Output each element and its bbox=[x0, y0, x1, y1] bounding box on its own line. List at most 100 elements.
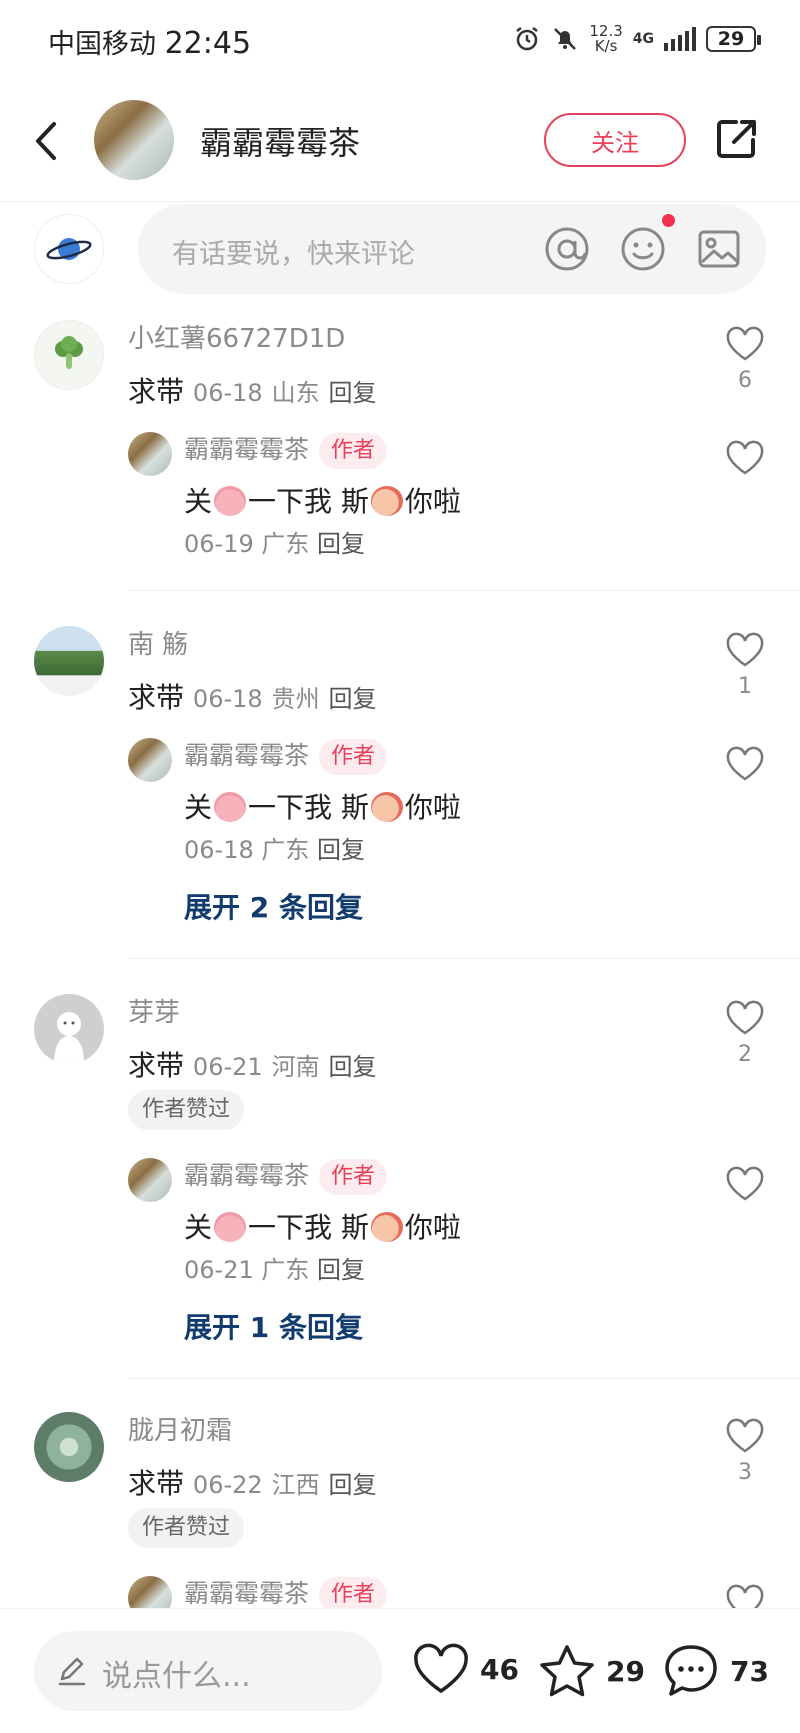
like-count: 1 bbox=[738, 674, 752, 699]
clock: 22:45 bbox=[164, 26, 252, 61]
commenter-name[interactable]: 南 觞 bbox=[128, 624, 188, 661]
peach-emoji-icon bbox=[370, 792, 403, 822]
reply-meta: 06-18 广东 回复 bbox=[184, 830, 365, 865]
reply-text-part: 一下我 斯 bbox=[248, 485, 369, 518]
comment-text: 求带 bbox=[128, 1467, 185, 1500]
alarm-icon bbox=[516, 27, 539, 51]
back-button[interactable] bbox=[28, 116, 68, 166]
heart-icon bbox=[726, 326, 764, 361]
comment-like[interactable]: 1 bbox=[720, 632, 770, 699]
reply-author-name[interactable]: 霸霸霉霉茶 bbox=[184, 1579, 309, 1608]
share-button[interactable] bbox=[714, 116, 760, 162]
reply-text-part: 关 bbox=[184, 1211, 213, 1244]
author-name[interactable]: 霸霸霉霉茶 bbox=[200, 118, 360, 164]
mute-bell-icon bbox=[554, 28, 577, 50]
reply-avatar[interactable] bbox=[128, 432, 172, 476]
commenter-avatar[interactable] bbox=[34, 1412, 104, 1482]
battery-indicator: 29 bbox=[706, 26, 761, 52]
heart-icon bbox=[726, 1000, 764, 1035]
note-header: 霸霸霉霉茶 关注 bbox=[0, 80, 800, 202]
like-count: 2 bbox=[738, 1042, 752, 1067]
comment-date: 06-18 bbox=[192, 685, 263, 713]
reply-date: 06-18 bbox=[184, 836, 254, 864]
commenter-avatar[interactable] bbox=[34, 626, 104, 696]
comment-location: 江西 bbox=[271, 1471, 320, 1499]
author-liked-badge: 作者赞过 bbox=[128, 1508, 245, 1548]
pencil-icon bbox=[58, 1657, 86, 1686]
reply-link[interactable]: 回复 bbox=[317, 1256, 365, 1284]
commenter-name[interactable]: 胧月初霜 bbox=[128, 1410, 232, 1447]
reply-location: 广东 bbox=[261, 530, 310, 558]
reply-author-name[interactable]: 霸霸霉霉茶 bbox=[184, 741, 309, 770]
reply-meta: 06-19 广东 回复 bbox=[184, 524, 365, 559]
image-icon[interactable] bbox=[694, 224, 744, 274]
author-avatar[interactable] bbox=[94, 100, 174, 180]
comment-body: 求带 06-18 贵州 回复 bbox=[128, 676, 376, 716]
reply-avatar[interactable] bbox=[128, 1158, 172, 1202]
bottom-action-bar: 说点什么... 46 29 73 bbox=[0, 1608, 800, 1733]
reply-link[interactable]: 回复 bbox=[317, 836, 365, 864]
bottom-comment-input[interactable]: 说点什么... bbox=[34, 1631, 382, 1711]
reply-text-part: 你啦 bbox=[404, 485, 461, 518]
commenter-avatar[interactable] bbox=[34, 994, 104, 1064]
status-carrier-time: 中国移动 22:45 bbox=[48, 22, 251, 61]
emoji-icon[interactable] bbox=[618, 224, 668, 274]
heart-icon bbox=[726, 746, 764, 781]
comment-input-placeholder: 有话要说，快来评论 bbox=[172, 239, 415, 270]
comment-input[interactable]: 有话要说，快来评论 bbox=[138, 204, 766, 294]
reply-text: 关 一下我 斯 你啦 bbox=[184, 786, 461, 826]
comment-like[interactable]: 6 bbox=[720, 326, 770, 393]
reply-author-name[interactable]: 霸霸霉霉茶 bbox=[184, 435, 309, 464]
reply-meta: 06-21 广东 回复 bbox=[184, 1250, 365, 1285]
reply-link[interactable]: 回复 bbox=[328, 379, 376, 407]
like-count: 3 bbox=[738, 1460, 752, 1485]
reply-like[interactable] bbox=[720, 440, 770, 476]
broccoli-icon bbox=[55, 336, 83, 369]
comment-location: 山东 bbox=[271, 379, 320, 407]
note-favorite-count: 29 bbox=[606, 1654, 645, 1688]
heart-icon bbox=[726, 1166, 764, 1201]
comment-text: 求带 bbox=[128, 681, 185, 714]
heart-icon bbox=[414, 1643, 468, 1694]
reply-author-name[interactable]: 霸霸霉霉茶 bbox=[184, 1161, 309, 1190]
commenter-avatar[interactable] bbox=[34, 320, 104, 390]
reply-link[interactable]: 回复 bbox=[328, 1471, 376, 1499]
commenter-name[interactable]: 小红薯66727D1D bbox=[128, 318, 345, 355]
reply-link[interactable]: 回复 bbox=[317, 530, 365, 558]
notification-dot bbox=[662, 214, 675, 227]
pig-emoji-icon bbox=[214, 1212, 247, 1242]
author-liked-badge: 作者赞过 bbox=[128, 1090, 245, 1130]
net-speed: 12.3 K/s bbox=[589, 24, 622, 54]
reply-avatar[interactable] bbox=[128, 738, 172, 782]
reply-text: 关 一下我 斯 你啦 bbox=[184, 480, 461, 520]
net-speed-unit: K/s bbox=[594, 37, 618, 55]
reply-link[interactable]: 回复 bbox=[328, 685, 376, 713]
comment-text: 求带 bbox=[128, 1049, 185, 1082]
favorite-note-button[interactable]: 29 bbox=[538, 1643, 645, 1699]
pig-emoji-icon bbox=[214, 792, 247, 822]
reply-text-part: 关 bbox=[184, 791, 213, 824]
bottom-input-placeholder: 说点什么... bbox=[102, 1659, 251, 1694]
comment-body: 求带 06-21 河南 回复 bbox=[128, 1044, 376, 1084]
comment-like[interactable]: 3 bbox=[720, 1418, 770, 1485]
reply-like[interactable] bbox=[720, 746, 770, 782]
pig-emoji-icon bbox=[214, 486, 247, 516]
reply-date: 06-19 bbox=[184, 530, 254, 558]
expand-replies-link[interactable]: 展开 1 条回复 bbox=[184, 1306, 363, 1346]
like-note-button[interactable]: 46 bbox=[412, 1643, 519, 1695]
comment-divider bbox=[128, 1378, 800, 1379]
commenter-name[interactable]: 芽芽 bbox=[128, 992, 180, 1029]
comment-note-button[interactable]: 73 bbox=[662, 1643, 769, 1699]
follow-button[interactable]: 关注 bbox=[544, 113, 686, 167]
reply-text-part: 你啦 bbox=[404, 791, 461, 824]
reply-like[interactable] bbox=[720, 1166, 770, 1202]
planet-avatar-button[interactable] bbox=[34, 214, 104, 284]
comment-like[interactable]: 2 bbox=[720, 1000, 770, 1067]
author-badge: 作者 bbox=[319, 1159, 388, 1195]
expand-replies-link[interactable]: 展开 2 条回复 bbox=[184, 886, 363, 926]
mention-icon[interactable] bbox=[542, 224, 592, 274]
reply-link[interactable]: 回复 bbox=[328, 1053, 376, 1081]
status-bar: 中国移动 22:45 12.3 K/s 4G 29 bbox=[0, 0, 800, 80]
reply-location: 广东 bbox=[261, 1256, 310, 1284]
reply-text-part: 关 bbox=[184, 485, 213, 518]
